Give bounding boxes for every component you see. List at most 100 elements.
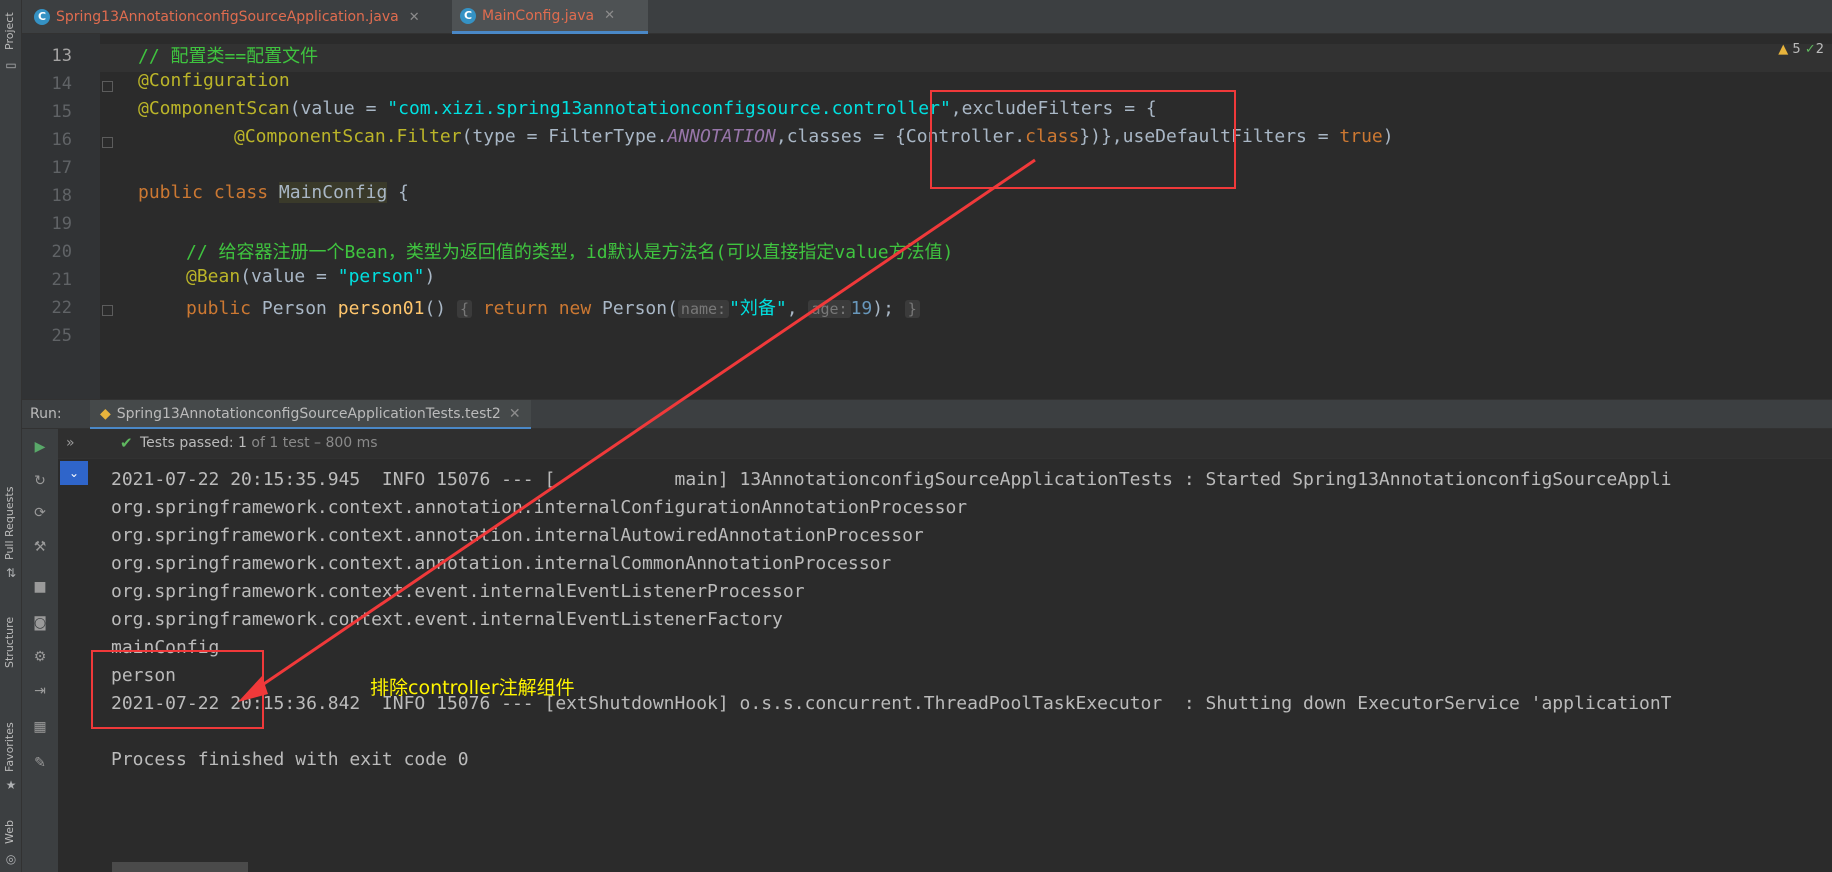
run-label: Run: <box>30 406 62 422</box>
parameter-hint: name: <box>677 300 730 318</box>
keyword-token: class <box>213 182 269 203</box>
line-number-gutter: 13 14 15 16 17 18 19 20 21 22 25 <box>22 34 100 399</box>
keyword-token: new <box>558 298 592 319</box>
enum-constant: ANNOTATION <box>667 126 776 147</box>
code-token: (type = FilterType. <box>461 126 668 147</box>
code-token: () <box>424 298 457 319</box>
number-literal: 19 <box>850 298 873 319</box>
project-tool-label[interactable]: Project <box>3 12 16 50</box>
tab-spring13-application[interactable]: C Spring13AnnotationconfigSourceApplicat… <box>26 0 450 34</box>
inspection-widget[interactable]: ▲ 5 ✓2 <box>1778 42 1824 57</box>
folder-icon[interactable]: ▭ <box>4 58 18 72</box>
current-line-highlight <box>100 44 1832 72</box>
fold-marker[interactable] <box>102 81 113 92</box>
tab-label: MainConfig.java <box>482 7 595 24</box>
collapse-icon[interactable]: ⌄ <box>60 461 88 485</box>
line-number: 25 <box>51 326 72 346</box>
code-line-21: @Bean(value = "person") <box>186 266 435 287</box>
parameter-hint: age: <box>808 300 851 318</box>
expand-icon[interactable]: » <box>66 435 75 451</box>
test-run-icon: ◆ <box>100 406 111 422</box>
pin-icon[interactable]: ✎ <box>32 755 48 771</box>
keyword-token: true <box>1339 126 1383 147</box>
console-line: 2021-07-22 20:15:36.842 INFO 15076 --- [… <box>111 693 1672 714</box>
layout-icon[interactable]: ▦ <box>32 719 48 735</box>
output-beans-highlight-box <box>91 650 264 729</box>
annotation-token: @ComponentScan <box>138 98 290 119</box>
ok-count: 2 <box>1815 42 1824 57</box>
line-number: 18 <box>51 186 72 206</box>
structure-tool-label[interactable]: Structure <box>3 617 16 668</box>
code-token: ) <box>1382 126 1394 147</box>
line-number: 16 <box>51 130 72 150</box>
string-literal: "刘备" <box>729 298 787 319</box>
console-line: org.springframework.context.event.intern… <box>111 609 783 630</box>
exit-icon[interactable]: ⇥ <box>32 683 48 699</box>
pull-request-icon[interactable]: ⇅ <box>4 566 18 580</box>
run-toolbar: ▶ ↻ ⟳ ⚒ ■ ◙ ⚙ ⇥ ▦ ✎ <box>22 429 58 872</box>
fold-marker[interactable] <box>102 305 113 316</box>
code-line-13: // 配置类==配置文件 <box>138 42 318 68</box>
annotation-token: @Configuration <box>138 70 290 91</box>
star-icon[interactable]: ★ <box>4 778 18 792</box>
line-number: 14 <box>51 74 72 94</box>
test-status: Tests passed: 1 of 1 test – 800 ms <box>140 435 378 451</box>
settings-icon[interactable]: ⚙ <box>32 649 48 665</box>
web-icon[interactable]: ◎ <box>4 852 18 866</box>
tab-label: Spring13AnnotationconfigSourceApplicatio… <box>56 9 399 25</box>
pull-requests-tool-label[interactable]: Pull Requests <box>3 487 16 560</box>
console-line: Process finished with exit code 0 <box>111 749 469 770</box>
fold-marker[interactable] <box>102 137 113 148</box>
warning-icon: ▲ <box>1778 42 1789 57</box>
wrench-icon[interactable]: ⚒ <box>32 539 48 555</box>
string-literal: "com.xizi.spring13annotationconfigsource… <box>387 98 951 119</box>
folded-brace[interactable]: } <box>904 300 920 318</box>
horizontal-scrollbar[interactable] <box>112 862 248 872</box>
console-line: 2021-07-22 20:15:35.945 INFO 15076 --- [… <box>111 469 1672 490</box>
annotation-note: 排除controller注解组件 <box>370 677 575 699</box>
toggle-auto-test-icon[interactable]: ⟳ <box>32 505 48 521</box>
line-number: 15 <box>51 102 72 122</box>
code-token: (value = <box>289 98 388 119</box>
close-icon[interactable]: ✕ <box>604 8 615 23</box>
java-class-icon: C <box>34 9 50 25</box>
close-icon[interactable]: ✕ <box>409 10 420 25</box>
line-number: 20 <box>51 242 72 262</box>
console-line: org.springframework.context.annotation.i… <box>111 525 924 546</box>
code-line-22: public Person person01() { return new Pe… <box>186 294 920 320</box>
stop-icon[interactable]: ■ <box>32 579 48 595</box>
tab-mainconfig[interactable]: C MainConfig.java ✕ <box>452 0 648 34</box>
run-panel-header: Run: ◆ Spring13AnnotationconfigSourceAppl… <box>22 399 1832 430</box>
camera-icon[interactable]: ◙ <box>32 615 48 631</box>
rerun-failed-icon[interactable]: ↻ <box>32 473 48 489</box>
code-comment: // 给容器注册一个Bean，类型为返回值的类型，id默认是方法名(可以直接指定… <box>186 242 954 263</box>
close-icon[interactable]: ✕ <box>509 406 521 422</box>
left-tool-strip: Project ▭ Pull Requests ⇅ Structure Favo… <box>0 0 22 872</box>
line-number: 21 <box>51 270 72 290</box>
code-line-20: // 给容器注册一个Bean，类型为返回值的类型，id默认是方法名(可以直接指定… <box>186 238 953 264</box>
check-icon: ✓ <box>1804 42 1816 57</box>
code-token: (value = <box>240 266 338 287</box>
code-line-18: public class MainConfig { <box>138 182 409 203</box>
keyword-token: public <box>186 298 252 319</box>
code-editor[interactable]: 13 14 15 16 17 18 19 20 21 22 25 // 配置类=… <box>22 34 1832 399</box>
code-token: Person <box>251 298 338 319</box>
web-tool-label[interactable]: Web <box>3 820 16 844</box>
annotation-token: @ComponentScan.Filter <box>234 126 462 147</box>
annotation-token: @Bean <box>186 266 241 287</box>
check-icon: ✔ <box>120 434 133 452</box>
code-line-14: @Configuration <box>138 70 290 91</box>
keyword-token: public <box>138 182 204 203</box>
rerun-icon[interactable]: ▶ <box>32 439 48 455</box>
console-line: org.springframework.context.event.intern… <box>111 581 805 602</box>
code-token: ); <box>872 298 905 319</box>
editor-tab-bar: C Spring13AnnotationconfigSourceApplicat… <box>22 0 1832 34</box>
run-config-tab[interactable]: ◆ Spring13AnnotationconfigSourceApplicati… <box>90 400 531 430</box>
favorites-tool-label[interactable]: Favorites <box>3 722 16 772</box>
method-name: person01 <box>337 298 425 319</box>
folded-brace[interactable]: { <box>456 300 472 318</box>
run-tab-label: Spring13AnnotationconfigSourceApplicatio… <box>116 406 501 422</box>
warning-count: 5 <box>1792 42 1801 57</box>
code-token: { <box>387 182 409 203</box>
line-number: 19 <box>51 214 72 234</box>
